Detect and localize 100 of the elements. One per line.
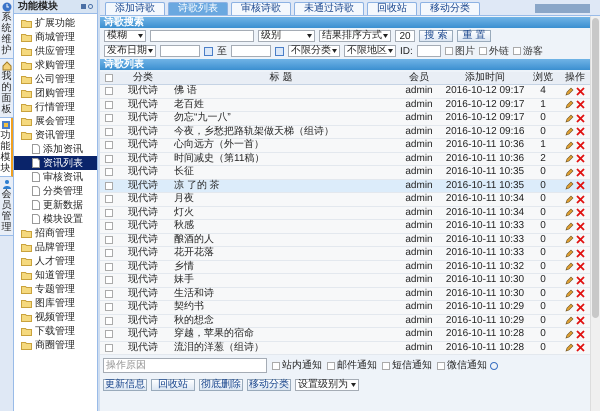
delete-icon[interactable] [576,330,585,339]
delete-icon[interactable] [576,100,585,110]
tree-item[interactable]: 更新数据 [14,198,97,212]
checkbox[interactable] [105,141,113,150]
delete-icon[interactable] [576,208,585,218]
checkbox[interactable] [105,249,113,258]
delete-icon[interactable] [576,154,585,164]
table-row[interactable]: 现代诗 灯火 admin 2016-10-11 10:34 0 [100,206,590,220]
delete-icon[interactable] [576,140,585,150]
tree-item[interactable]: 行情管理 [14,100,97,114]
tab[interactable]: 审核诗歌 [231,2,291,15]
delete-icon[interactable] [576,262,585,272]
checkbox[interactable] [105,87,113,96]
table-row[interactable]: 现代诗 秋感 admin 2016-10-11 10:33 0 [100,220,590,234]
tree-item[interactable]: 供应管理 [14,44,97,58]
checkbox[interactable] [105,154,113,163]
calendar-icon[interactable] [275,46,284,56]
button[interactable]: 搜 索 [419,30,453,42]
dropdown[interactable]: 发布日期 [104,45,156,57]
tree-item[interactable]: 下载管理 [14,324,97,338]
dropdown[interactable]: 模糊 [104,30,146,42]
tab[interactable]: 回收站 [367,2,417,15]
tree-item[interactable]: 审核资讯 [14,170,97,184]
side-tab[interactable]: 我的面板 [0,59,13,118]
input-field[interactable] [160,45,200,57]
tree-item[interactable]: 扩展功能 [14,16,97,30]
delete-icon[interactable] [576,302,585,312]
table-row[interactable]: 现代诗 酿酒的人 admin 2016-10-11 10:33 0 [100,234,590,247]
delete-icon[interactable] [576,127,585,136]
tree-item[interactable]: 求购管理 [14,58,97,72]
tree-item[interactable]: 展会管理 [14,114,97,128]
table-row[interactable]: 现代诗 勿忘“九一八” admin 2016-10-12 09:17 0 [100,112,590,126]
table-row[interactable]: 现代诗 生活和诗 admin 2016-10-11 10:30 0 [100,288,590,301]
checkbox[interactable] [105,168,113,176]
dropdown[interactable]: 不限分类 [288,45,340,57]
delete-icon[interactable] [576,316,585,326]
checkbox[interactable] [105,290,113,298]
button[interactable]: 移动分类 [247,379,291,391]
side-tab[interactable]: 会员管理 [0,177,13,236]
delete-icon[interactable] [576,114,585,123]
tree-item[interactable]: 团购管理 [14,86,97,100]
button[interactable]: 回收站 [151,379,195,391]
checkbox[interactable] [512,47,521,55]
table-row[interactable]: 现代诗 妹手 admin 2016-10-11 10:30 0 [100,274,590,288]
table-row[interactable]: 现代诗 佛 语 admin 2016-10-12 09:17 4 [100,85,590,98]
checkbox[interactable] [105,114,113,122]
checkbox[interactable] [478,47,487,55]
reason-field[interactable]: 操作原因 [103,358,267,373]
checkbox[interactable] [105,182,113,190]
tree-item[interactable]: 商城管理 [14,30,97,44]
checkbox[interactable] [105,330,113,338]
tree-item[interactable]: 品牌管理 [14,240,97,254]
search-icon[interactable] [88,4,93,9]
calendar-icon[interactable] [204,46,213,56]
delete-icon[interactable] [576,343,585,352]
help-icon[interactable] [490,362,498,370]
checkbox[interactable] [105,303,113,312]
tree-item[interactable]: 知道管理 [14,268,97,282]
table-row[interactable]: 现代诗 流泪的洋葱（组诗） admin 2016-10-11 10:28 0 [100,342,590,355]
checkbox[interactable] [444,47,453,55]
checkbox[interactable] [437,362,445,370]
dropdown[interactable]: 级别 [258,30,315,42]
tree-item[interactable]: 添加资讯 [14,142,97,156]
table-row[interactable]: 现代诗 时间减史（第11稿） admin 2016-10-11 10:36 2 [100,152,590,166]
table-row[interactable]: 现代诗 秋的想念 admin 2016-10-11 10:29 0 [100,314,590,328]
checkbox[interactable] [105,344,113,352]
table-row[interactable]: 现代诗 今夜，乡愁把路轨架做天梯（组诗） admin 2016-10-12 09:16 0 [100,126,590,139]
tree-item[interactable]: 资讯列表 [14,156,97,170]
table-row[interactable]: 现代诗 月夜 admin 2016-10-11 10:34 0 [100,193,590,206]
tab[interactable]: 添加诗歌 [105,2,165,15]
table-row[interactable]: 现代诗 凉 了的 茶 admin 2016-10-11 10:35 0 [100,180,590,193]
dropdown[interactable]: 设置级别为 [295,379,359,391]
tab[interactable]: 未通过诗歌 [294,2,364,15]
delete-icon[interactable] [576,181,585,190]
tree-item[interactable]: 公司管理 [14,72,97,86]
checkbox[interactable] [105,276,113,284]
delete-icon[interactable] [576,222,585,231]
delete-icon[interactable] [576,194,585,204]
checkbox[interactable] [105,100,113,109]
input-field[interactable] [231,45,271,57]
delete-icon[interactable] [576,235,585,244]
tree-item[interactable]: 分类管理 [14,184,97,198]
tree-item[interactable]: 人才管理 [14,254,97,268]
checkbox[interactable] [382,362,390,370]
tree-item[interactable]: 图库管理 [14,296,97,310]
delete-icon[interactable] [576,86,585,96]
button[interactable]: 彻底删除 [199,379,243,391]
scrollbar[interactable] [590,16,600,411]
table-row[interactable]: 现代诗 穿越，苹果的宿命 admin 2016-10-11 10:28 0 [100,328,590,342]
checkbox[interactable] [105,236,113,244]
input-field[interactable] [416,45,441,57]
tree-item[interactable]: 资讯管理 [14,128,97,142]
table-row[interactable]: 现代诗 乡情 admin 2016-10-11 10:32 0 [100,260,590,274]
tree-item[interactable]: 视频管理 [14,310,97,324]
dropdown[interactable]: 结果排序方式 [319,30,391,42]
button[interactable]: 更新信息 [103,379,147,391]
input-field[interactable]: 20 [395,30,415,42]
table-row[interactable]: 现代诗 心向远方（外一首） admin 2016-10-11 10:36 1 [100,139,590,152]
tree-item[interactable]: 招商管理 [14,226,97,240]
checkbox[interactable] [105,208,113,217]
